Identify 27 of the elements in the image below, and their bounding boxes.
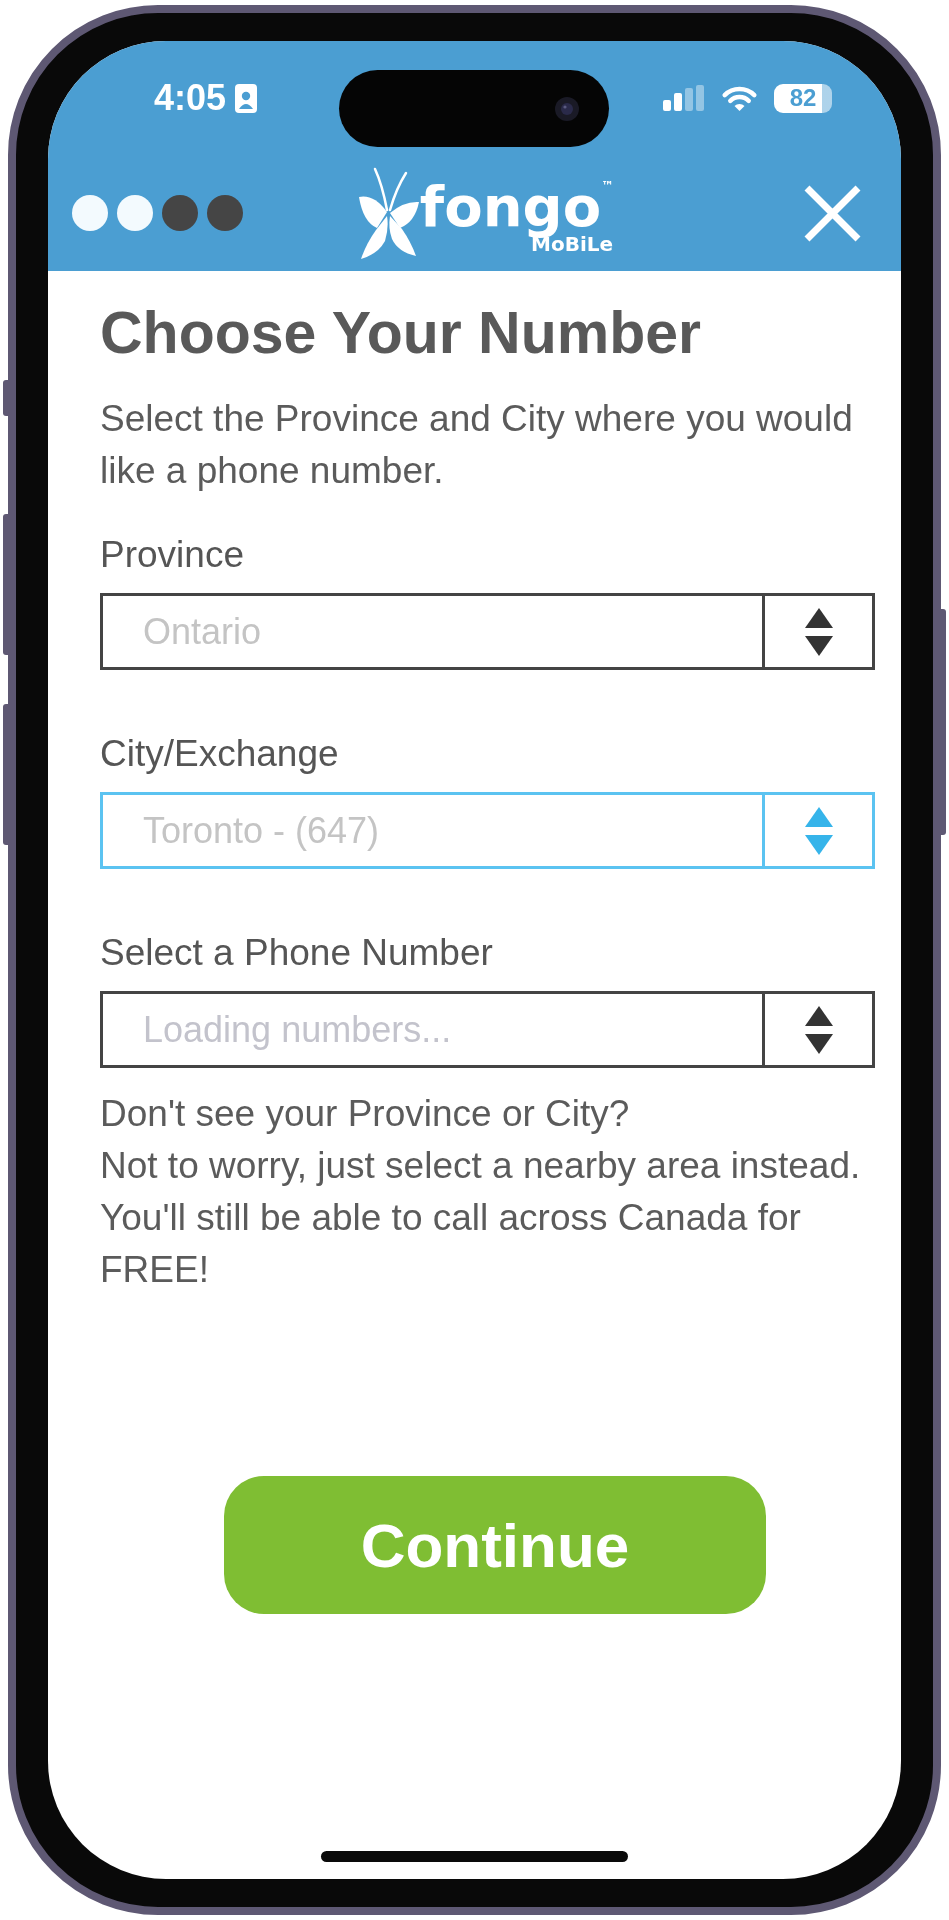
dropdown-field[interactable]: Toronto - (647) [100,792,875,869]
signal-icon [663,85,705,111]
help-text: Don't see your Province or City? [100,1092,631,1136]
close-button[interactable] [804,184,861,242]
battery-indicator: 82 [774,83,832,113]
field-label: City/Exchange [100,732,340,776]
dropdown-field[interactable]: Loading numbers... [100,991,875,1068]
side-button[interactable] [3,514,8,655]
status-time: 4:05 [154,78,227,118]
help-text: Not to worry, just select a nearby area instead. You'll still be able to call across Canada for FREE! [100,1144,862,1292]
up-down-arrows-icon [804,1005,833,1054]
side-button[interactable] [3,704,8,845]
wifi-icon [721,84,758,112]
butterfly-icon [357,166,420,260]
side-button[interactable] [3,380,8,416]
close-icon [804,184,861,242]
up-down-arrows-icon [804,607,833,656]
field-label: Select a Phone Number [100,931,494,975]
continue-button[interactable]: Continue [224,1476,766,1614]
field-label: Province [100,533,245,577]
side-button[interactable] [941,609,946,835]
contact-card-icon [235,83,258,113]
camera-lens-icon [555,96,579,121]
intro-text: Select the Province and City where you would like a phone number. [100,397,854,493]
up-down-arrows-icon [804,806,833,855]
dropdown-field[interactable]: Ontario [100,593,875,670]
page-title: Choose Your Number [100,301,702,365]
